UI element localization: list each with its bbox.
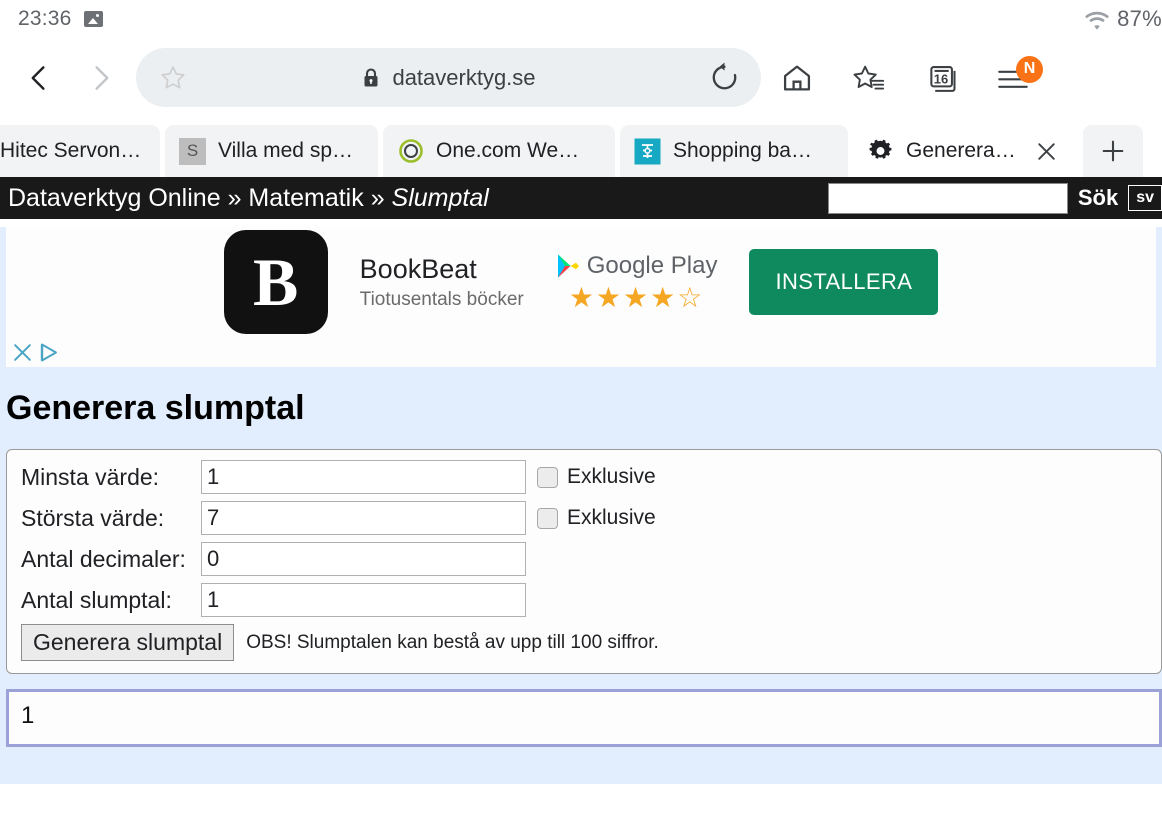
page-title: Generera slumptal: [6, 389, 305, 427]
address-bar[interactable]: dataverktyg.se: [136, 48, 761, 107]
checkbox-icon[interactable]: [537, 466, 558, 488]
field-label: Minsta värde:: [21, 463, 160, 490]
advertisement-banner[interactable]: B BookBeat Tiotusentals böcker Google Pl…: [6, 227, 1156, 367]
checkbox-label: Exklusive: [567, 506, 656, 529]
cyan-square-favicon-icon: [634, 138, 661, 165]
google-play-label: Google Play: [586, 252, 718, 279]
tab-switcher-button[interactable]: 16: [905, 47, 977, 109]
tab-generera-slumptal[interactable]: Generera…: [853, 125, 1078, 177]
checkbox-icon[interactable]: [537, 507, 558, 529]
form-row-min-value: Minsta värde: Exklusive: [21, 460, 1161, 494]
back-button[interactable]: [8, 47, 70, 109]
min-value-input[interactable]: [201, 460, 526, 494]
star-filled-icon: ★: [595, 282, 624, 313]
forward-button[interactable]: [70, 47, 132, 109]
image-icon: [83, 11, 103, 27]
form-actions: Generera slumptal OBS! Slumptalen kan be…: [21, 624, 1161, 661]
star-filled-icon: ★: [623, 282, 651, 313]
bookmarks-button[interactable]: [833, 47, 905, 109]
tab-villa-med-sp[interactable]: S Villa med sp…: [165, 125, 378, 177]
breadcrumb-section[interactable]: Matematik: [248, 184, 363, 212]
url-display: dataverktyg.se: [136, 65, 761, 91]
tab-title: Villa med sp…: [218, 139, 354, 162]
exclusive-checkbox-max[interactable]: Exklusive: [537, 506, 656, 530]
decimals-input[interactable]: [201, 542, 526, 576]
menu-button[interactable]: N: [977, 47, 1049, 109]
tab-one-com-webmail[interactable]: One.com We…: [383, 125, 615, 177]
lock-icon: [361, 67, 381, 89]
field-label: Antal slumptal:: [21, 586, 172, 613]
status-clock: 23:36: [18, 7, 72, 30]
ad-store-block: Google Play ★★★★☆: [556, 252, 718, 312]
status-bar-right: 87%: [1084, 6, 1162, 32]
site-header-bar: Dataverktyg Online » Matematik » Slumpta…: [0, 177, 1162, 219]
generate-button[interactable]: Generera slumptal: [21, 624, 235, 661]
url-text: dataverktyg.se: [392, 64, 536, 90]
home-button[interactable]: [761, 47, 833, 109]
menu-notification-badge: N: [1016, 55, 1043, 83]
status-bar-left: 23:36: [18, 7, 103, 31]
language-selector[interactable]: sv: [1128, 185, 1162, 211]
browser-toolbar: dataverktyg.se 16 N: [0, 38, 1162, 117]
google-play-icon: [556, 253, 580, 279]
result-output[interactable]: 1: [6, 689, 1162, 747]
reload-icon[interactable]: [708, 61, 741, 94]
wifi-icon: [1084, 9, 1110, 30]
breadcrumb-root[interactable]: Dataverktyg Online: [8, 184, 221, 212]
breadcrumb-separator: »: [370, 183, 385, 212]
search-input[interactable]: [827, 182, 1068, 214]
breadcrumb: Dataverktyg Online » Matematik » Slumpta…: [8, 184, 489, 213]
install-button[interactable]: INSTALLERA: [749, 249, 939, 315]
adchoices-icon[interactable]: [39, 342, 61, 363]
ad-title: BookBeat: [359, 253, 477, 284]
form-row-max-value: Största värde: Exklusive: [21, 501, 1161, 535]
form-row-decimals: Antal decimaler:: [21, 542, 1161, 576]
count-input[interactable]: [201, 583, 526, 617]
tab-title: One.com We…: [436, 139, 580, 162]
status-bar: 23:36 87%: [0, 0, 1162, 38]
bookbeat-logo-icon: B: [223, 230, 328, 334]
ad-content: B BookBeat Tiotusentals böcker Google Pl…: [6, 227, 1156, 337]
max-value-input[interactable]: [201, 501, 526, 535]
site-header-right: Sök sv: [827, 182, 1162, 214]
field-label: Antal decimaler:: [21, 545, 186, 572]
close-icon[interactable]: [1034, 139, 1059, 164]
form-row-count: Antal slumptal:: [21, 583, 1161, 617]
star-icon[interactable]: [158, 63, 188, 93]
gear-favicon-icon: [867, 138, 894, 165]
ad-subtitle: Tiotusentals böcker: [359, 288, 524, 310]
ad-text-block: BookBeat Tiotusentals böcker: [360, 254, 524, 311]
form-note: OBS! Slumptalen kan bestå av upp till 10…: [246, 631, 659, 653]
tab-hitec-servo[interactable]: Hitec Servon…: [0, 125, 160, 177]
close-icon[interactable]: [12, 342, 33, 363]
star-filled-icon: ★: [650, 282, 678, 313]
random-number-form: Minsta värde: Exklusive Största värde: E…: [6, 449, 1162, 674]
breadcrumb-separator: »: [227, 183, 242, 212]
onecom-circle-favicon-icon: [397, 138, 424, 165]
page-content: B BookBeat Tiotusentals böcker Google Pl…: [0, 227, 1162, 784]
rating-stars: ★★★★☆: [569, 284, 705, 312]
tab-title: Generera…: [906, 139, 1016, 162]
ad-controls: [12, 342, 61, 363]
search-button[interactable]: Sök: [1078, 185, 1118, 211]
star-empty-icon: ☆: [677, 282, 705, 313]
exclusive-checkbox-min[interactable]: Exklusive: [537, 465, 656, 489]
new-tab-button[interactable]: [1083, 125, 1143, 177]
letter-s-favicon-icon: S: [179, 137, 206, 165]
tab-count: 16: [933, 70, 949, 86]
tab-title: Hitec Servon…: [0, 139, 142, 162]
field-label: Största värde:: [21, 504, 165, 531]
google-play-badge: Google Play: [556, 252, 718, 280]
tab-strip: Hitec Servon… S Villa med sp… One.com We…: [0, 117, 1162, 177]
battery-percentage: 87%: [1117, 6, 1162, 31]
tab-shopping-basket[interactable]: Shopping ba…: [620, 125, 848, 177]
breadcrumb-current: Slumptal: [391, 183, 489, 212]
star-filled-icon: ★: [568, 282, 596, 313]
checkbox-label: Exklusive: [567, 465, 656, 488]
tab-title: Shopping ba…: [673, 139, 812, 162]
